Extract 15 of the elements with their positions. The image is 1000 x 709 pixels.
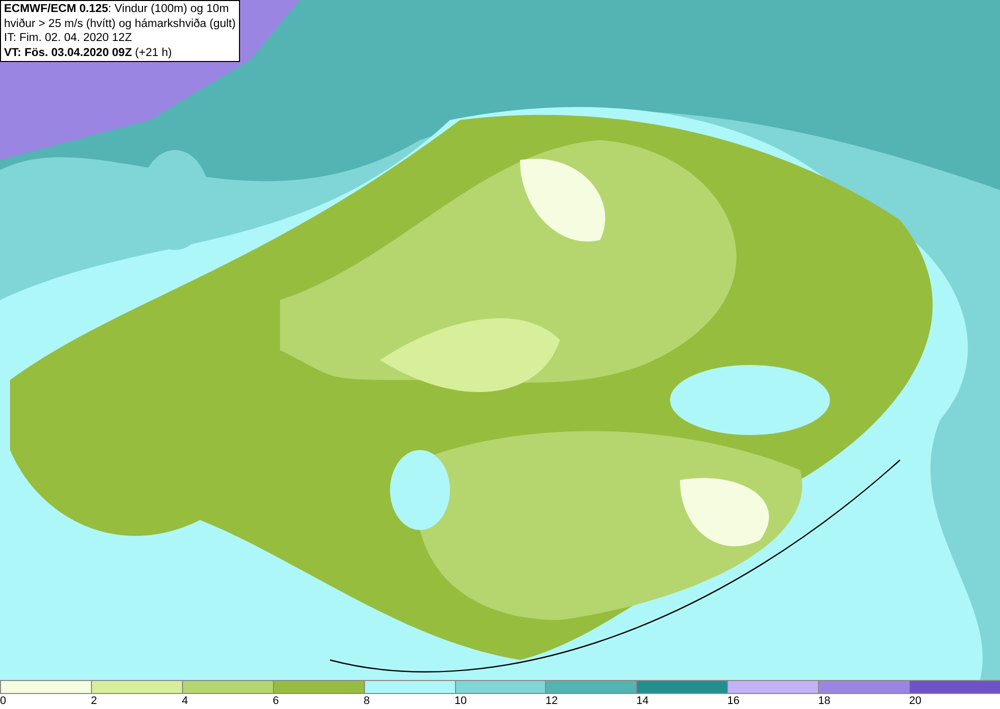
info-text: IT: Fim. 02. 04. 2020 12Z xyxy=(4,31,133,46)
legend-label: 6 xyxy=(272,694,279,708)
legend-label: 10 xyxy=(454,694,467,708)
legend-label: 4 xyxy=(182,694,188,708)
info-text: VT: Fös. 03.04.2020 09Z (+21 h) xyxy=(4,46,173,60)
legend-label: 12 xyxy=(545,694,558,708)
info-text: hviður > 25 m/s (hvítt) og hámarkshviða (gult) xyxy=(4,16,236,31)
legend-label: 18 xyxy=(818,694,830,708)
legend-label: 2 xyxy=(90,694,98,708)
legend-label: 0 xyxy=(0,694,6,708)
legend-label: 8 xyxy=(364,694,370,708)
info-text: ECMWF/ECM 0.125: Vindur (100m) og 10m xyxy=(4,2,230,16)
legend-label: 16 xyxy=(727,694,740,708)
legend-label: 20 xyxy=(909,694,922,708)
legend-label: 14 xyxy=(636,694,649,708)
